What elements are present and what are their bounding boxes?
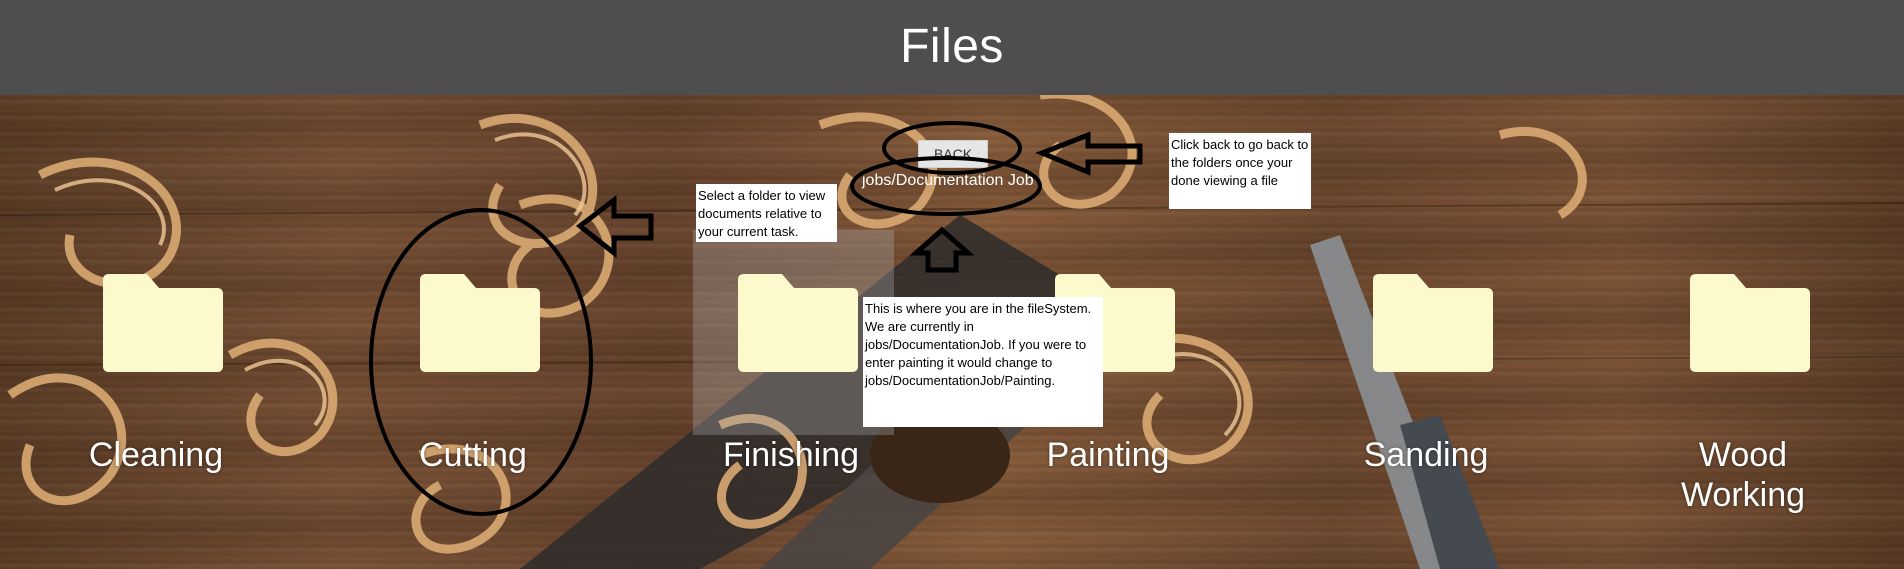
folder-cleaning[interactable]: Cleaning [46,270,266,520]
folder-label: Cleaning [88,436,224,474]
folder-cutting[interactable]: Cutting [363,270,583,520]
folder-sanding[interactable]: Sanding [1316,270,1536,520]
folder-icon [1690,274,1810,372]
folder-icon [738,274,858,372]
folder-label: Sanding [1363,436,1489,474]
page-title: Files [900,20,1004,73]
annotation-back-help: Click back to go back to the folders onc… [1169,133,1311,209]
annotation-location-help: This is where you are in the fileSystem.… [863,297,1103,427]
back-button[interactable]: BACK [918,140,988,168]
files-app: Files Cleaning Cutting Finishing Paintin… [0,0,1904,569]
folder-icon [1373,274,1493,372]
folder-label: Cutting [419,436,527,474]
current-path: jobs/Documentation Job [862,172,1034,189]
folder-label: Wood Working [1680,436,1806,514]
folder-label: Finishing [722,436,860,474]
folder-wood-working[interactable]: Wood Working [1633,270,1853,520]
folder-icon [103,274,223,372]
header-bar: Files [0,0,1904,95]
folder-label: Painting [1046,436,1170,474]
folder-icon [420,274,540,372]
annotation-select-folder: Select a folder to view documents relati… [696,184,837,242]
